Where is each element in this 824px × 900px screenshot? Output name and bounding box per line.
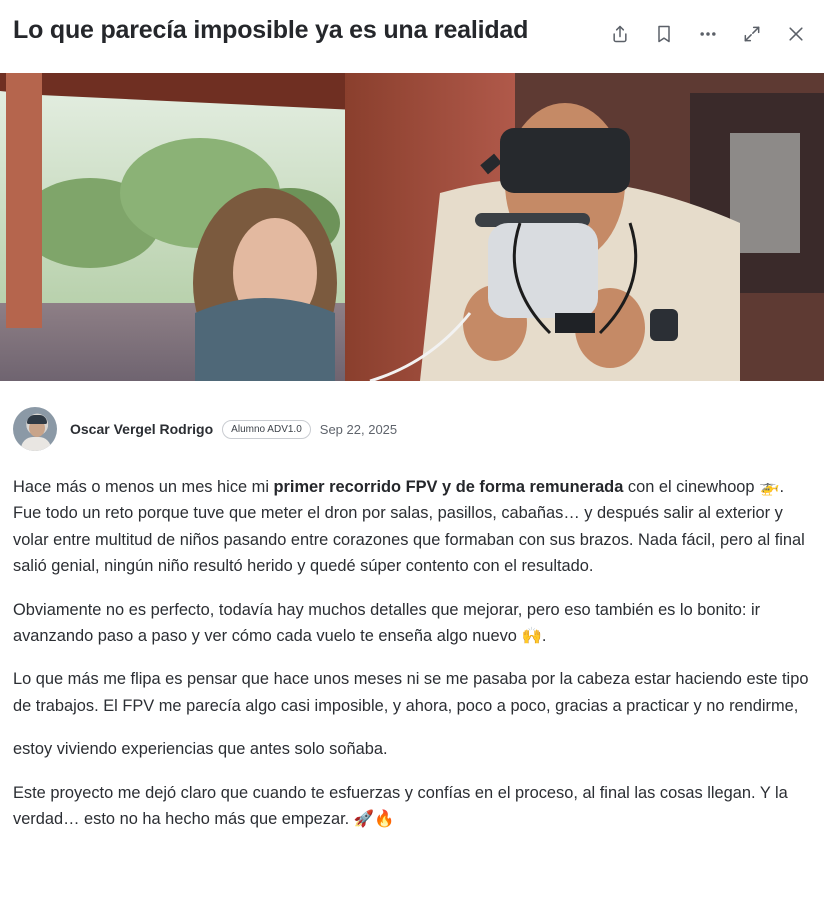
close-button[interactable] — [774, 18, 818, 50]
post-meta: Oscar Vergel Rodrigo Alumno ADV1.0 Sep 2… — [13, 406, 397, 452]
paragraph-1: Hace más o menos un mes hice mi primer r… — [13, 477, 805, 576]
paragraph-4: estoy viviendo experiencias que antes so… — [13, 740, 388, 759]
paragraph-3: Lo que más me flipa es pensar que hace u… — [13, 670, 809, 715]
bold-text: primer recorrido FPV y de forma remunera… — [273, 478, 624, 496]
paragraph-5: Este proyecto me dejó claro que cuando t… — [13, 783, 788, 829]
avatar[interactable] — [13, 407, 57, 451]
more-button[interactable] — [686, 18, 730, 50]
more-horizontal-icon — [700, 32, 716, 36]
header-actions — [598, 18, 818, 50]
bookmark-icon — [658, 25, 670, 43]
post-image[interactable] — [0, 73, 824, 381]
rocket-fire-emoji: 🚀🔥 — [353, 809, 395, 829]
post-date: Sep 22, 2025 — [319, 421, 398, 437]
post-title: Lo que parecía imposible ya es una reali… — [13, 16, 529, 44]
author-name[interactable]: Oscar Vergel Rodrigo — [70, 421, 213, 437]
helicopter-emoji: 🚁 — [759, 477, 780, 496]
member-badge: Alumno ADV1.0 — [222, 419, 311, 439]
fpv-pilot-photo — [0, 73, 824, 381]
expand-icon — [744, 26, 760, 42]
share-icon — [613, 25, 627, 43]
post-body: Hace más o menos un mes hice mi primer r… — [13, 474, 813, 849]
close-icon — [789, 27, 803, 41]
post-header: Lo que parecía imposible ya es una reali… — [0, 0, 824, 72]
share-button[interactable] — [598, 18, 642, 50]
paragraph-2: Obviamente no es perfecto, todavía hay m… — [13, 600, 761, 646]
raised-hands-emoji: 🙌 — [521, 626, 542, 646]
bookmark-button[interactable] — [642, 18, 686, 50]
expand-button[interactable] — [730, 18, 774, 50]
